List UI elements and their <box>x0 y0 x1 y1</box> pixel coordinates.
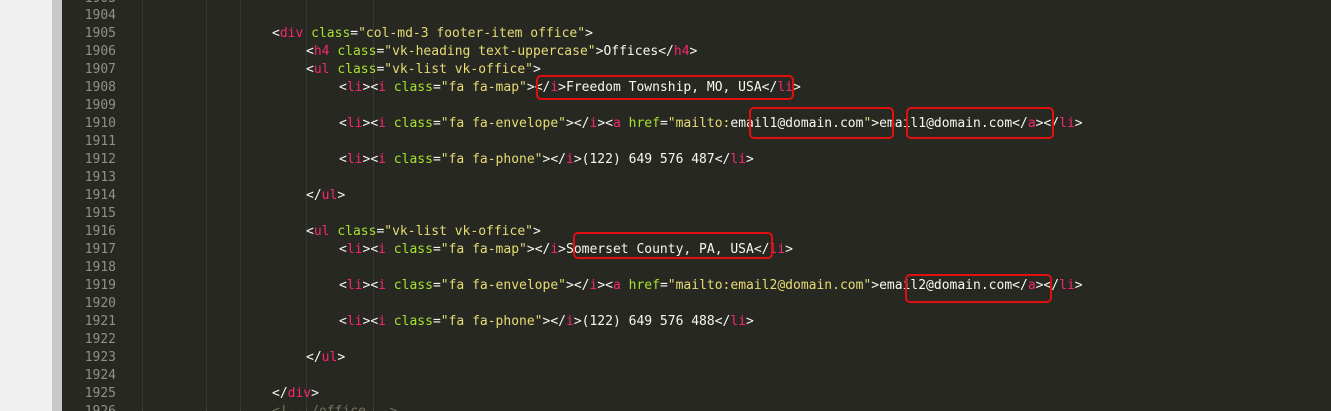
line-number: 1913 <box>84 170 116 185</box>
line-number: 1925 <box>84 386 116 401</box>
code-line-1923: </ul> <box>306 350 346 365</box>
line-number: 1907 <box>84 62 116 77</box>
panel-divider[interactable] <box>52 0 62 411</box>
line-number: 1906 <box>84 44 116 59</box>
code-line-1905: <div class="col-md-3 footer-item office"… <box>272 26 593 41</box>
line-number: 1919 <box>84 278 116 293</box>
line-number: 1920 <box>84 296 116 311</box>
line-number: 1909 <box>84 98 116 113</box>
line-number: 1923 <box>84 350 116 365</box>
line-number: 1924 <box>84 368 116 383</box>
line-number: 1904 <box>84 8 116 23</box>
code-line-1907: <ul class="vk-list vk-office"> <box>306 62 541 77</box>
line-number: 1910 <box>84 116 116 131</box>
code-line-1926: <!-- /office --> <box>272 403 397 411</box>
code-line-1925: </div> <box>272 386 319 401</box>
line-number: 1921 <box>84 314 116 329</box>
code-line-1906: <h4 class="vk-heading text-uppercase">Of… <box>306 44 698 59</box>
code-line-1912: <li><i class="fa fa-phone"></i>(122) 649… <box>339 152 754 167</box>
highlight-box-mailto-1 <box>749 107 894 139</box>
line-number: 1911 <box>84 134 116 149</box>
code-line-1916: <ul class="vk-list vk-office"> <box>306 224 541 239</box>
indent-guide <box>206 0 207 411</box>
line-number: 1914 <box>84 188 116 203</box>
line-number: 1915 <box>84 206 116 221</box>
highlight-box-email-2 <box>905 274 1052 303</box>
code-line-1921: <li><i class="fa fa-phone"></i>(122) 649… <box>339 314 754 329</box>
line-number: 1916 <box>84 224 116 239</box>
line-number: 1918 <box>84 260 116 275</box>
left-panel <box>0 0 52 411</box>
code-line-1914: </ul> <box>306 188 346 203</box>
line-number: 1908 <box>84 80 116 95</box>
line-number: 1926 <box>62 403 116 411</box>
code-area[interactable]: <div class="col-md-3 footer-item office"… <box>140 0 1331 411</box>
line-number: 1917 <box>84 242 116 257</box>
code-editor[interactable]: 1903 1904 1905 1906 1907 1908 1909 1910 … <box>62 0 1331 411</box>
line-number: 1912 <box>84 152 116 167</box>
line-number: 1922 <box>84 332 116 347</box>
indent-guide <box>240 0 241 411</box>
highlight-box-address-2 <box>573 232 773 259</box>
highlight-box-address-1 <box>536 75 794 100</box>
highlight-box-email-1 <box>906 107 1054 139</box>
line-number: 1905 <box>84 26 116 41</box>
indent-guide <box>142 0 143 411</box>
line-number-gutter: 1903 1904 1905 1906 1907 1908 1909 1910 … <box>62 0 122 411</box>
